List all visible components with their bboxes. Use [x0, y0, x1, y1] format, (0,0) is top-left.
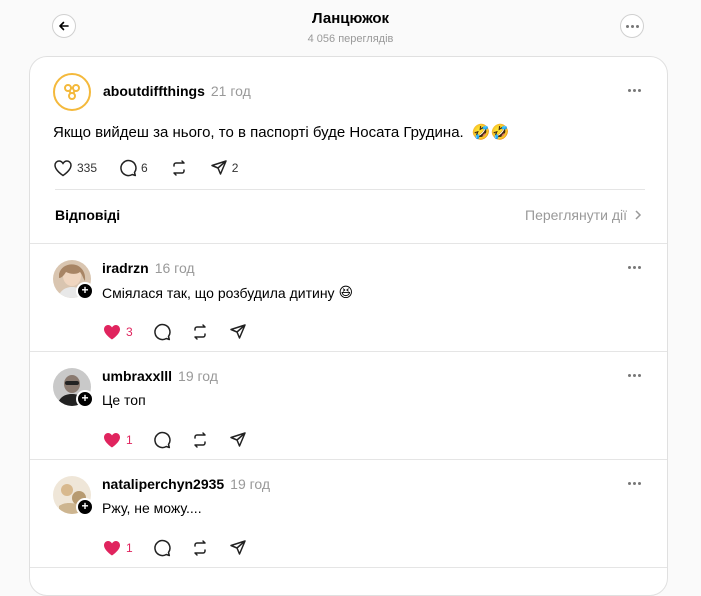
like-count: 1 — [126, 541, 133, 555]
reply-item: + nataliperchyn2935 19 год Ржу, не можу.… — [30, 460, 667, 568]
post-time[interactable]: 21 год — [211, 83, 251, 99]
more-icon — [628, 374, 644, 377]
follow-button[interactable]: + — [76, 282, 94, 300]
repost-button[interactable] — [191, 539, 209, 557]
comment-button[interactable] — [153, 323, 171, 341]
divider — [30, 567, 667, 568]
share-button[interactable] — [229, 539, 247, 557]
comment-icon — [120, 159, 137, 177]
post-username[interactable]: aboutdiffthings — [103, 83, 205, 99]
repost-button[interactable] — [191, 431, 209, 449]
reply-header: nataliperchyn2935 19 год — [102, 476, 270, 492]
reply-item: + iradrzn 16 год Сміялася так, що розбуд… — [30, 244, 667, 352]
divider — [55, 189, 645, 190]
reply-actions: 3 — [102, 323, 267, 341]
heart-icon — [104, 325, 120, 340]
like-button[interactable]: 1 — [102, 431, 133, 449]
views-count: 4 056 переглядів — [307, 33, 394, 45]
reply-text: Ржу, не можу.... — [102, 500, 202, 516]
share-icon — [229, 432, 246, 447]
plus-icon: + — [81, 391, 89, 405]
comment-button[interactable]: 6 — [119, 159, 148, 177]
like-count: 1 — [126, 433, 133, 447]
heart-icon — [104, 433, 120, 448]
share-nodes-icon — [60, 80, 84, 104]
replies-header: Відповіді Переглянути дії — [55, 207, 645, 223]
chevron-right-icon — [635, 210, 642, 220]
share-icon — [210, 160, 227, 175]
reply-text: Сміялася так, що розбудила дитину 😆 — [102, 284, 353, 301]
plus-icon: + — [81, 283, 89, 297]
post-emoji: 🤣🤣 — [471, 124, 510, 141]
heart-icon — [104, 541, 120, 556]
comment-icon — [153, 431, 171, 449]
comment-button[interactable] — [153, 431, 171, 449]
post-more-button[interactable] — [628, 89, 644, 95]
more-icon — [628, 482, 644, 485]
reply-username[interactable]: nataliperchyn2935 — [102, 476, 224, 492]
reply-emoji: 😆 — [338, 284, 354, 300]
like-button[interactable]: 1 — [102, 539, 133, 557]
comment-count: 6 — [141, 161, 148, 175]
reply-text-body: Це топ — [102, 392, 146, 408]
comment-icon — [153, 539, 171, 557]
post-header: aboutdiffthings 21 год — [103, 83, 251, 99]
reply-text-body: Сміялася так, що розбудила дитину — [102, 284, 335, 301]
more-icon — [628, 89, 644, 92]
header-title-block: Ланцюжок 4 056 переглядів — [0, 10, 701, 45]
repost-icon — [193, 540, 206, 556]
share-icon — [229, 540, 246, 555]
like-count: 3 — [126, 325, 133, 339]
repost-icon — [193, 324, 206, 340]
reply-more-button[interactable] — [628, 374, 644, 380]
repost-icon — [172, 160, 185, 176]
post-text: Якщо вийдеш за нього, то в паспорті буде… — [53, 123, 509, 141]
post-text-body: Якщо вийдеш за нього, то в паспорті буде… — [53, 124, 464, 141]
view-activity-label: Переглянути дії — [525, 207, 627, 223]
follow-button[interactable]: + — [76, 390, 94, 408]
more-button[interactable] — [620, 14, 644, 38]
avatar[interactable] — [53, 73, 91, 111]
more-icon — [628, 266, 644, 269]
page-title: Ланцюжок — [311, 10, 390, 27]
heart-icon — [54, 160, 72, 177]
reply-actions: 1 — [102, 539, 267, 557]
more-icon — [625, 24, 639, 28]
share-button[interactable]: 2 — [210, 159, 239, 177]
repost-button[interactable] — [191, 323, 209, 341]
reply-actions: 1 — [102, 431, 267, 449]
top-bar: Ланцюжок 4 056 переглядів — [0, 0, 701, 56]
share-count: 2 — [231, 161, 239, 175]
thread-card: aboutdiffthings 21 год Якщо вийдеш за нь… — [29, 56, 668, 596]
like-count: 335 — [77, 161, 98, 175]
reply-item: + umbraxxlll 19 год Це топ 1 — [30, 352, 667, 460]
reply-header: umbraxxlll 19 год — [102, 368, 218, 384]
repost-button[interactable] — [170, 159, 188, 177]
reply-username[interactable]: iradrzn — [102, 260, 149, 276]
view-activity-link[interactable]: Переглянути дії — [525, 207, 645, 223]
share-button[interactable] — [229, 323, 247, 341]
reply-text: Це топ — [102, 392, 146, 408]
reply-time[interactable]: 19 год — [178, 368, 218, 384]
replies-label: Відповіді — [55, 207, 121, 223]
comment-button[interactable] — [153, 539, 171, 557]
reply-header: iradrzn 16 год — [102, 260, 195, 276]
reply-username[interactable]: umbraxxlll — [102, 368, 172, 384]
repost-icon — [193, 432, 206, 448]
share-icon — [229, 324, 246, 339]
reply-text-body: Ржу, не можу.... — [102, 500, 202, 516]
like-button[interactable]: 335 — [53, 159, 97, 177]
post-actions: 335 6 2 — [53, 159, 260, 177]
comment-icon — [153, 323, 171, 341]
reply-more-button[interactable] — [628, 482, 644, 488]
plus-icon: + — [81, 499, 89, 513]
share-button[interactable] — [229, 431, 247, 449]
like-button[interactable]: 3 — [102, 323, 133, 341]
reply-more-button[interactable] — [628, 266, 644, 272]
follow-button[interactable]: + — [76, 498, 94, 516]
reply-time[interactable]: 16 год — [155, 260, 195, 276]
reply-time[interactable]: 19 год — [230, 476, 270, 492]
